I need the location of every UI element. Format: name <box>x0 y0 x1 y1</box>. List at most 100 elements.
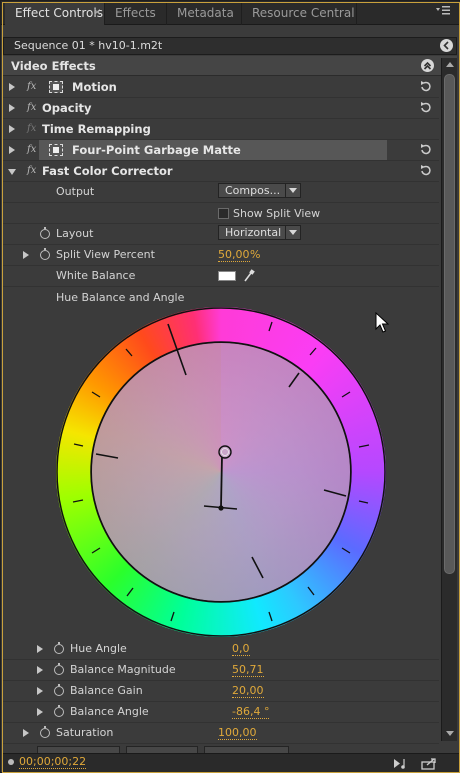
stopwatch-icon[interactable] <box>54 705 64 717</box>
reset-icon[interactable] <box>419 101 433 113</box>
param-row-layout: Layout Horizontal <box>3 224 439 245</box>
hidden-button[interactable] <box>126 746 198 753</box>
effect-name: Time Remapping <box>42 122 151 136</box>
effect-name: Motion <box>72 80 117 94</box>
white-balance-swatch[interactable] <box>218 271 236 281</box>
param-label: Saturation <box>56 726 114 739</box>
output-dropdown[interactable]: Compos... <box>218 183 301 198</box>
balance-gain-value[interactable]: 20,00 <box>232 685 264 698</box>
param-label: Hue Angle <box>70 642 127 655</box>
stopwatch-icon[interactable] <box>54 642 64 654</box>
expand-triangle-icon[interactable] <box>37 645 43 653</box>
mask-icon[interactable] <box>49 144 63 156</box>
tab-label: Effect Controls <box>15 6 103 20</box>
stopwatch-icon[interactable] <box>40 248 50 260</box>
balance-angle-value[interactable]: -86,4 ° <box>232 706 270 719</box>
stopwatch-icon[interactable] <box>40 726 50 738</box>
tab-effect-controls[interactable]: Effect Controls × <box>5 3 105 25</box>
sequence-title: Sequence 01 * hv10-1.m2t <box>14 39 163 52</box>
timecode-value[interactable]: 00;00;00;22 <box>19 756 87 769</box>
scroll-up-arrow-icon[interactable] <box>442 58 458 72</box>
hue-wheel-overlay <box>56 307 386 637</box>
fx-toggle-icon[interactable]: fx <box>27 165 36 176</box>
hidden-button[interactable] <box>204 746 289 753</box>
expand-triangle-icon[interactable] <box>37 666 43 674</box>
expand-triangle-icon[interactable] <box>9 146 15 154</box>
play-audio-icon[interactable] <box>393 757 409 770</box>
layout-dropdown[interactable]: Horizontal <box>218 225 301 240</box>
effect-row-fast-color-corrector[interactable]: fx Fast Color Corrector <box>3 161 439 182</box>
hue-angle-value[interactable]: 0,0 <box>232 643 250 656</box>
param-label: Balance Gain <box>70 684 143 697</box>
fx-toggle-icon[interactable]: fx <box>27 144 36 155</box>
effect-controls-panel: Effect Controls × Effects Metadata Resou… <box>0 0 460 773</box>
param-label: White Balance <box>56 269 136 282</box>
fx-toggle-icon[interactable]: fx <box>27 102 36 113</box>
stopwatch-icon[interactable] <box>54 663 64 675</box>
mouse-cursor-icon <box>375 312 389 333</box>
chevron-down-icon <box>285 184 300 197</box>
param-row-balance-angle: Balance Angle -86,4 ° <box>3 702 439 723</box>
param-row-split-percent: Split View Percent 50,00 % <box>3 245 439 266</box>
tab-metadata[interactable]: Metadata <box>167 3 242 25</box>
collapse-triangle-icon[interactable] <box>8 169 16 175</box>
collapse-up-icon[interactable] <box>421 59 434 72</box>
param-row-balance-gain: Balance Gain 20,00 <box>3 681 439 702</box>
panel-menu-icon[interactable] <box>435 5 451 19</box>
expand-triangle-icon[interactable] <box>23 251 29 259</box>
effect-row-opacity[interactable]: fx Opacity <box>3 98 439 119</box>
transform-icon[interactable] <box>49 81 63 93</box>
bottom-bar: 00;00;00;22 <box>3 753 459 772</box>
expand-triangle-icon[interactable] <box>37 687 43 695</box>
effect-row-garbage-matte[interactable]: fx Four-Point Garbage Matte <box>3 140 439 161</box>
hue-balance-wheel[interactable] <box>56 307 386 637</box>
effect-row-time-remapping[interactable]: fx Time Remapping <box>3 119 439 140</box>
expand-triangle-icon[interactable] <box>9 125 15 133</box>
unit-label: % <box>250 248 261 261</box>
tab-bar: Effect Controls × Effects Metadata Resou… <box>1 1 460 25</box>
saturation-value[interactable]: 100,00 <box>218 727 257 740</box>
tab-label: Resource Central <box>252 6 355 20</box>
expand-triangle-icon[interactable] <box>23 729 29 737</box>
reset-icon[interactable] <box>419 80 433 92</box>
split-view-percent-value[interactable]: 50,00 <box>218 249 250 262</box>
tab-effects[interactable]: Effects <box>105 3 167 25</box>
param-label: Balance Magnitude <box>70 663 176 676</box>
balance-magnitude-value[interactable]: 50,71 <box>232 664 264 677</box>
stopwatch-icon[interactable] <box>54 684 64 696</box>
tab-resource-central[interactable]: Resource Central <box>242 3 357 25</box>
tab-label: Metadata <box>177 6 234 20</box>
show-hide-timeline-icon[interactable] <box>440 39 453 52</box>
expand-triangle-icon[interactable] <box>9 104 15 112</box>
section-title: Video Effects <box>11 59 96 73</box>
export-icon[interactable] <box>421 757 437 770</box>
expand-triangle-icon[interactable] <box>37 708 43 716</box>
effect-name: Fast Color Corrector <box>42 164 173 178</box>
reset-icon[interactable] <box>419 164 433 176</box>
stopwatch-icon[interactable] <box>40 227 50 239</box>
fx-toggle-icon[interactable]: fx <box>27 81 36 92</box>
chevron-down-icon <box>285 226 300 239</box>
param-row-hue-angle: Hue Angle 0,0 <box>3 639 439 660</box>
playhead-indicator-icon <box>8 759 14 765</box>
vertical-scrollbar[interactable] <box>441 58 457 741</box>
video-effects-header: Video Effects <box>3 56 457 76</box>
dropdown-value: Compos... <box>225 184 281 197</box>
scroll-down-arrow-icon[interactable] <box>442 727 458 741</box>
param-label: Balance Angle <box>70 705 149 718</box>
scroll-thumb[interactable] <box>444 74 455 574</box>
eyedropper-icon[interactable] <box>243 269 255 283</box>
param-row-white-balance: White Balance <box>3 266 439 287</box>
param-row-hue-wheel: Hue Balance and Angle <box>3 287 439 639</box>
param-row-show-split: Show Split View <box>3 203 439 224</box>
effect-name: Opacity <box>42 101 92 115</box>
param-row-balance-magnitude: Balance Magnitude 50,71 <box>3 660 439 681</box>
reset-icon[interactable] <box>419 143 433 155</box>
param-row-saturation: Saturation 100,00 <box>3 723 439 744</box>
hidden-button[interactable] <box>37 746 120 753</box>
param-label: Output <box>56 185 95 198</box>
show-split-view-checkbox[interactable] <box>218 208 229 219</box>
effect-row-motion[interactable]: fx Motion <box>3 77 439 98</box>
expand-triangle-icon[interactable] <box>9 83 15 91</box>
close-icon[interactable]: × <box>93 3 101 23</box>
